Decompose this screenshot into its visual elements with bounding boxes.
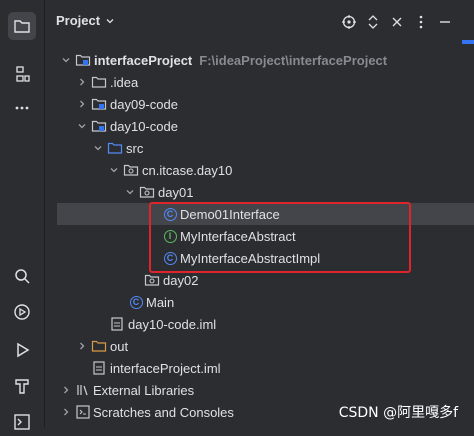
tree-item-label: interfaceProject F:\ideaProject\interface…: [94, 52, 388, 68]
iml-file-icon: [109, 316, 125, 332]
more-tools-button[interactable]: [8, 94, 36, 122]
tree-item-label: day10-code.iml: [128, 316, 217, 332]
chevron-right-icon[interactable]: [75, 97, 89, 111]
chevron-right-icon[interactable]: [75, 75, 89, 89]
scratches-icon: [75, 404, 91, 420]
search-icon: [15, 269, 30, 284]
structure-icon: [16, 66, 30, 82]
source-folder-icon: [107, 140, 123, 156]
expand-collapse-button[interactable]: [365, 14, 381, 30]
chevron-down-icon[interactable]: [107, 163, 121, 177]
tree-item-day01[interactable]: day01: [45, 181, 474, 203]
tree-item-label: day09-code: [110, 96, 178, 112]
more-icon: [15, 106, 29, 110]
class-icon: C: [128, 294, 144, 310]
panel-header: Project: [45, 0, 474, 40]
tree-item-label: out: [110, 338, 129, 354]
terminal-tool-button[interactable]: [8, 408, 36, 436]
tree-item-label: Main: [146, 294, 175, 310]
chevron-down-icon[interactable]: [59, 53, 73, 67]
terminal-icon: [14, 414, 30, 430]
build-icon: [15, 379, 29, 394]
tree-item-src[interactable]: src: [45, 137, 474, 159]
close-icon: [392, 17, 402, 27]
panel-title[interactable]: Project: [56, 13, 115, 28]
annotation-highlight-box: [149, 202, 411, 273]
project-path: F:\ideaProject\interfaceProject: [199, 52, 388, 68]
minimize-button[interactable]: [437, 14, 453, 30]
tree-item-label: Scratches and Consoles: [93, 404, 234, 420]
package-icon: [144, 272, 160, 288]
chevron-down-icon[interactable]: [123, 185, 137, 199]
tree-item-day10-code[interactable]: day10-code: [45, 115, 474, 137]
iml-file-icon: [91, 360, 107, 376]
locate-icon: [342, 15, 356, 29]
locate-button[interactable]: [341, 14, 357, 30]
close-button[interactable]: [389, 14, 405, 30]
run-services-icon: [14, 304, 30, 320]
tree-item-label: src: [126, 140, 144, 156]
library-icon: [75, 382, 91, 398]
build-tool-button[interactable]: [8, 372, 36, 400]
tree-item-interface-project[interactable]: interfaceProject F:\ideaProject\interface…: [45, 49, 474, 71]
tree-item-label: day10-code: [110, 118, 178, 134]
run-icon: [17, 342, 30, 358]
tree-item-main[interactable]: C Main: [45, 291, 474, 313]
tree-item-label: day01: [158, 184, 194, 200]
tree-item-day09-code[interactable]: day09-code: [45, 93, 474, 115]
tree-item-external-libraries[interactable]: External Libraries: [45, 379, 474, 401]
tree-item-day10-iml[interactable]: day10-code.iml: [45, 313, 474, 335]
services-tool-button[interactable]: [8, 298, 36, 326]
package-icon: [139, 184, 155, 200]
more-vertical-icon: [419, 15, 423, 29]
structure-tool-button[interactable]: [8, 60, 36, 88]
chevron-right-icon[interactable]: [75, 339, 89, 353]
panel-title-label: Project: [56, 13, 101, 28]
project-tool-button[interactable]: [8, 12, 36, 40]
module-folder-icon: [91, 96, 107, 112]
module-folder-icon: [91, 118, 107, 134]
tree-item-label: day02: [163, 272, 199, 288]
project-icon: [14, 20, 30, 33]
project-panel: Project interfaceProject F:\ideaProject\i…: [45, 0, 474, 428]
tree-item-project-iml[interactable]: interfaceProject.iml: [45, 357, 474, 379]
chevron-right-icon[interactable]: [59, 405, 73, 419]
tree-item-label: External Libraries: [93, 382, 195, 398]
activity-bar: [0, 0, 45, 430]
package-icon: [123, 162, 139, 178]
minimize-icon: [440, 21, 450, 23]
expand-collapse-icon: [368, 15, 378, 29]
tree-item-package[interactable]: cn.itcase.day10: [45, 159, 474, 181]
chevron-right-icon[interactable]: [59, 383, 73, 397]
chevron-down-icon: [106, 18, 114, 23]
folder-icon: [91, 74, 107, 90]
tree-item-label: .idea: [110, 74, 139, 90]
watermark: CSDN @阿里嘎多f: [338, 405, 458, 421]
tree-item-label: interfaceProject.iml: [110, 360, 221, 376]
tree-item-label: cn.itcase.day10: [142, 162, 233, 178]
tree-item-out[interactable]: out: [45, 335, 474, 357]
excluded-folder-icon: [91, 338, 107, 354]
search-tool-button[interactable]: [8, 262, 36, 290]
chevron-down-icon[interactable]: [91, 141, 105, 155]
run-tool-button[interactable]: [8, 336, 36, 364]
options-button[interactable]: [413, 14, 429, 30]
module-folder-icon: [75, 52, 91, 68]
chevron-down-icon[interactable]: [75, 119, 89, 133]
tree-item-idea[interactable]: .idea: [45, 71, 474, 93]
